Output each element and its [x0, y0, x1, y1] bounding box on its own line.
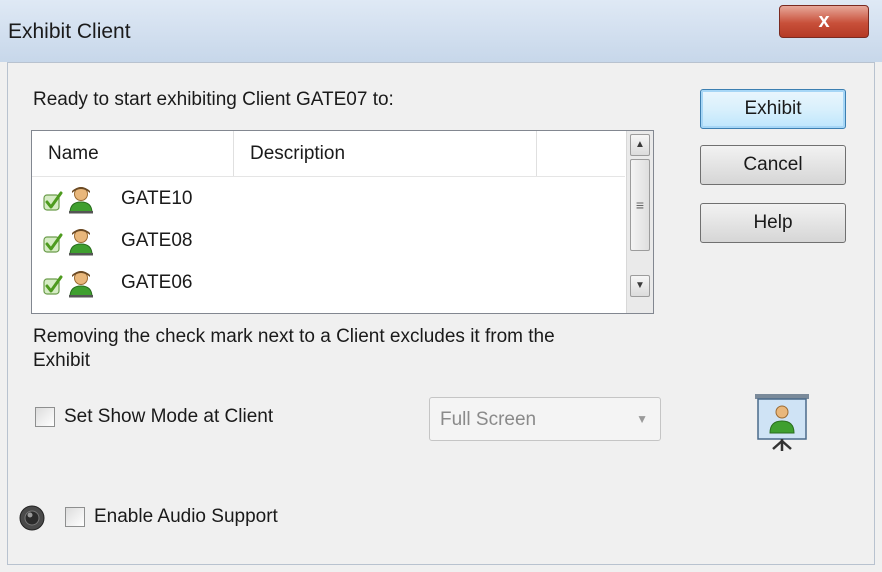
chevron-down-icon: ▼: [636, 412, 648, 426]
client-name: GATE10: [121, 188, 193, 209]
audio-support-label[interactable]: Enable Audio Support: [94, 506, 278, 528]
close-button[interactable]: x: [779, 5, 869, 38]
help-button[interactable]: Help: [700, 203, 846, 243]
audio-support-checkbox[interactable]: [65, 507, 85, 527]
exhibit-button[interactable]: Exhibit: [700, 89, 846, 129]
column-divider[interactable]: [536, 131, 537, 176]
exclude-note-line2: Exhibit: [33, 350, 91, 371]
list-item-gate08[interactable]: GATE08: [32, 222, 625, 264]
scroll-thumb[interactable]: ≡: [630, 159, 650, 251]
list-item-gate10[interactable]: GATE10: [32, 180, 625, 222]
column-header-description[interactable]: Description: [234, 131, 536, 176]
dialog-title: Exhibit Client: [8, 20, 131, 43]
scroll-up-button[interactable]: ▲: [630, 134, 650, 156]
list-item-gate06[interactable]: GATE06: [32, 264, 625, 306]
show-mode-value: Full Screen: [440, 409, 537, 430]
green-check-icon[interactable]: [42, 232, 64, 254]
user-icon: [69, 229, 93, 256]
user-icon: [69, 271, 93, 298]
close-icon: x: [818, 10, 830, 32]
title-bar: Exhibit Client x: [0, 0, 882, 62]
show-mode-label[interactable]: Set Show Mode at Client: [64, 406, 273, 428]
show-mode-select[interactable]: Full Screen ▼: [429, 397, 661, 441]
green-check-icon[interactable]: [42, 274, 64, 296]
green-check-icon[interactable]: [42, 190, 64, 212]
column-header-name[interactable]: Name: [32, 131, 233, 176]
cancel-button[interactable]: Cancel: [700, 145, 846, 185]
list-scrollbar[interactable]: ▲ ≡ ▼: [626, 131, 653, 313]
speaker-icon: [19, 505, 45, 531]
prompt-text: Ready to start exhibiting Client GATE07 …: [33, 89, 394, 110]
exhibit-client-dialog: Exhibit Client x Ready to start exhibiti…: [0, 0, 882, 572]
scroll-down-button[interactable]: ▼: [630, 275, 650, 297]
client-name: GATE08: [121, 230, 193, 251]
list-header: Name Description: [32, 131, 625, 177]
show-mode-checkbox[interactable]: [35, 407, 55, 427]
exclude-note-line1: Removing the check mark next to a Client…: [33, 326, 555, 347]
user-icon: [69, 187, 93, 214]
client-name: GATE06: [121, 272, 193, 293]
projector-icon: [755, 394, 809, 451]
client-list[interactable]: Name Description GATE10 GATE08 GATE06 ▲ …: [31, 130, 654, 314]
